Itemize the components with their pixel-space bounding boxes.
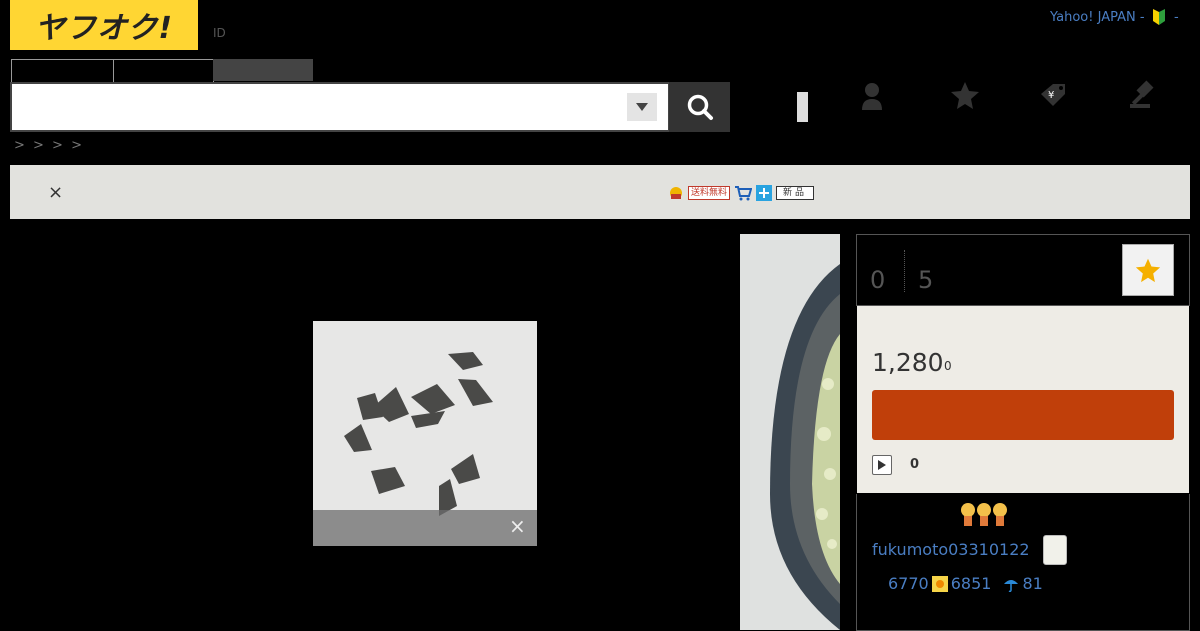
search-category-select[interactable] — [627, 93, 657, 121]
notice-bar — [10, 165, 1190, 219]
header-separator: - — [1174, 10, 1179, 25]
yahoo-japan-link[interactable]: Yahoo! JAPAN - — [1050, 10, 1145, 25]
cart-icon — [735, 186, 753, 201]
new-item-badge: 新品 — [776, 186, 815, 200]
star-icon — [1135, 258, 1161, 283]
current-price: 1,280 — [872, 348, 944, 377]
item-badges: 送料無料 新品 — [668, 184, 815, 202]
notice-close-button[interactable]: × — [48, 182, 63, 203]
search-tab-3[interactable] — [213, 59, 313, 81]
bid-button[interactable] — [872, 390, 1174, 440]
watchlist-button[interactable] — [1122, 244, 1174, 296]
price-tax: 0 — [944, 359, 952, 373]
recommend-icon — [670, 187, 682, 199]
play-button[interactable] — [872, 455, 892, 475]
follow-seller-button[interactable] — [1043, 535, 1067, 565]
free-shipping-badge: 送料無料 — [688, 186, 731, 200]
user-icon[interactable] — [857, 80, 887, 110]
svg-text:¥: ¥ — [1048, 90, 1054, 101]
tag-icon[interactable]: ¥ — [1037, 80, 1067, 110]
search-input[interactable] — [10, 82, 670, 132]
caret-down-icon — [636, 103, 648, 111]
yahuoku-logo[interactable]: ヤフオク! — [10, 0, 198, 50]
photo-caption-overlay — [313, 510, 537, 546]
search-tab-1[interactable] — [11, 59, 114, 82]
umbrella-icon — [1004, 579, 1019, 592]
product-thumbnail[interactable] — [740, 234, 840, 630]
rating-bad[interactable]: 81 — [1022, 574, 1042, 593]
seller-panel — [856, 494, 1190, 631]
shipping-icon — [756, 185, 773, 201]
search-button[interactable] — [669, 82, 730, 132]
seller-rating[interactable]: 6770 6851 81 — [888, 574, 1043, 593]
watch-count: 0 — [870, 266, 886, 294]
nav-divider — [797, 92, 808, 122]
seller-medal-icon — [960, 500, 1010, 528]
play-icon — [878, 460, 886, 470]
beginner-mark-icon — [1152, 9, 1166, 25]
photo-close-button[interactable]: × — [509, 514, 526, 538]
stats-divider — [904, 250, 905, 292]
rating-good[interactable]: 6851 — [951, 574, 992, 593]
search-icon — [687, 94, 713, 120]
search-tab-2[interactable] — [113, 59, 214, 82]
view-count: 5 — [918, 266, 934, 294]
breadcrumb[interactable]: > > > > — [14, 138, 84, 153]
sun-icon — [931, 575, 948, 592]
rating-total[interactable]: 6770 — [888, 574, 929, 593]
gavel-icon[interactable] — [1128, 80, 1158, 110]
seller-name-link[interactable]: fukumoto03310122 — [872, 540, 1030, 559]
id-label[interactable]: ID — [213, 26, 226, 40]
bid-count: 0 — [910, 457, 920, 472]
star-icon[interactable] — [950, 80, 980, 110]
